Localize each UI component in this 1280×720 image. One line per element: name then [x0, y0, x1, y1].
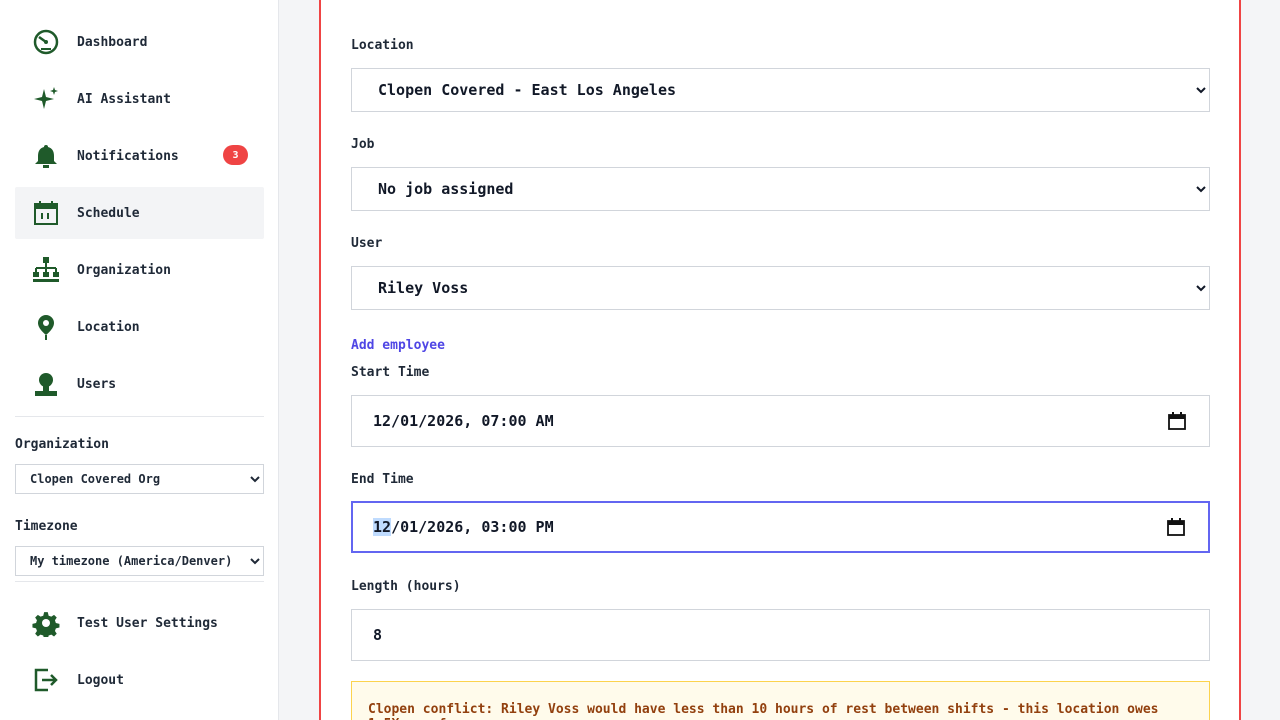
- sidebar-item-location[interactable]: Location: [15, 301, 264, 353]
- add-employee-link[interactable]: Add employee: [351, 338, 445, 353]
- shift-form-panel: Location Clopen Covered - East Los Angel…: [319, 0, 1241, 720]
- sparkle-icon: [30, 83, 62, 115]
- user-label: User: [351, 236, 383, 251]
- sidebar-item-dashboard[interactable]: Dashboard: [15, 16, 264, 68]
- sidebar-item-test-user-settings[interactable]: Test User Settings: [15, 597, 264, 649]
- start-time-input[interactable]: 12/01/2026, 07:00 AM: [351, 395, 1210, 447]
- job-label: Job: [351, 137, 375, 152]
- job-select[interactable]: No job assigned: [351, 167, 1210, 211]
- user-icon: [30, 368, 62, 400]
- location-label: Location: [351, 38, 414, 53]
- sidebar-item-label: Test User Settings: [77, 615, 218, 631]
- start-time-value: 12/01/2026, 07:00 AM: [373, 412, 554, 430]
- bell-icon: [30, 140, 62, 172]
- length-label: Length (hours): [351, 579, 461, 594]
- map-pin-icon: [30, 311, 62, 343]
- calendar-picker-icon[interactable]: [1167, 411, 1187, 431]
- sidebar-divider: [15, 416, 264, 417]
- sidebar-item-label: Logout: [77, 672, 124, 688]
- calendar-picker-icon[interactable]: [1166, 517, 1186, 537]
- end-time-month-segment[interactable]: 12: [373, 518, 392, 536]
- dashboard-icon: [30, 26, 62, 58]
- sidebar-item-label: Location: [77, 319, 140, 335]
- sidebar: Dashboard AI Assistant Notifications 3 S…: [0, 0, 279, 720]
- start-time-label: Start Time: [351, 365, 430, 380]
- sidebar-divider: [15, 581, 264, 582]
- end-time-input[interactable]: 12/01/2026, 03:00 PM: [351, 501, 1210, 553]
- sidebar-item-organization[interactable]: Organization: [15, 244, 264, 296]
- sidebar-item-label: Schedule: [77, 205, 140, 221]
- sidebar-item-label: Organization: [77, 262, 171, 278]
- sidebar-item-users[interactable]: Users: [15, 358, 264, 410]
- calendar-icon: [30, 197, 62, 229]
- org-chart-icon: [30, 254, 62, 286]
- end-time-label: End Time: [351, 472, 414, 487]
- sidebar-item-ai-assistant[interactable]: AI Assistant: [15, 73, 264, 125]
- length-input[interactable]: 8: [351, 609, 1210, 661]
- timezone-select[interactable]: My timezone (America/Denver): [15, 546, 264, 576]
- sidebar-item-label: AI Assistant: [77, 91, 171, 107]
- timezone-label: Timezone: [15, 519, 78, 534]
- user-select[interactable]: Riley Voss: [351, 266, 1210, 310]
- clopen-warning-alert: Clopen conflict: Riley Voss would have l…: [351, 681, 1210, 720]
- notification-count-badge: 3: [223, 145, 248, 165]
- sidebar-item-logout[interactable]: Logout: [15, 654, 264, 706]
- length-value: 8: [373, 626, 383, 644]
- organization-select[interactable]: Clopen Covered Org: [15, 464, 264, 494]
- organization-label: Organization: [15, 437, 109, 452]
- warning-text: Clopen conflict: Riley Voss would have l…: [368, 702, 1159, 720]
- gear-icon: [30, 607, 62, 639]
- sidebar-item-label: Dashboard: [77, 34, 148, 50]
- sidebar-item-label: Users: [77, 376, 117, 392]
- end-time-value: /01/2026, 03:00 PM: [391, 518, 554, 536]
- sidebar-item-schedule[interactable]: Schedule: [15, 187, 264, 239]
- sidebar-item-label: Notifications: [77, 148, 179, 164]
- location-select[interactable]: Clopen Covered - East Los Angeles: [351, 68, 1210, 112]
- logout-icon: [30, 664, 62, 696]
- sidebar-item-notifications[interactable]: Notifications 3: [15, 130, 264, 182]
